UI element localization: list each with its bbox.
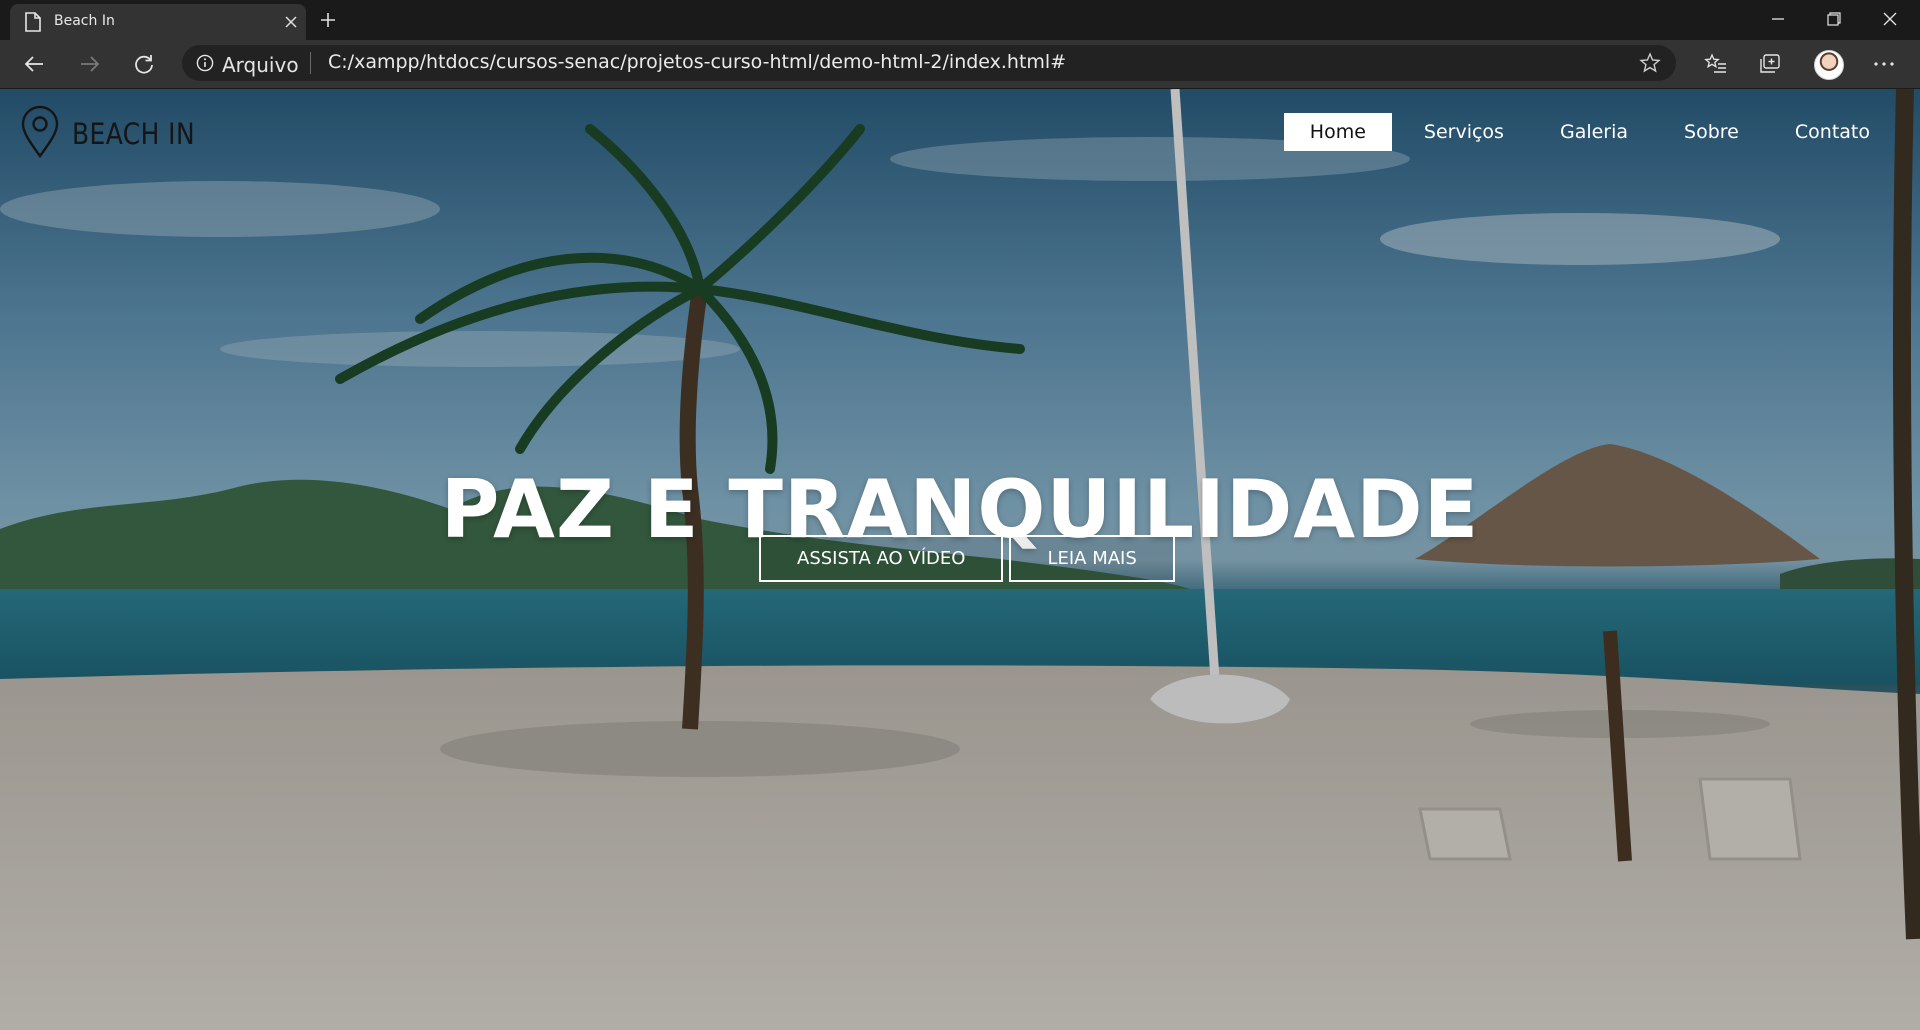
window-close-icon[interactable] <box>1862 0 1918 38</box>
star-icon[interactable] <box>1638 51 1662 75</box>
tab-strip: Beach In <box>0 0 1920 40</box>
address-divider <box>310 52 311 74</box>
tab-title: Beach In <box>54 13 115 29</box>
page-icon <box>24 12 42 32</box>
address-bar[interactable]: Arquivo C:/xampp/htdocs/cursos-senac/pro… <box>182 45 1676 81</box>
site-info-label: Arquivo <box>222 53 299 77</box>
minimize-icon[interactable] <box>1750 0 1806 38</box>
nav-sobre[interactable]: Sobre <box>1660 113 1763 151</box>
read-more-button[interactable]: LEIA MAIS <box>1009 535 1175 582</box>
brand-name: BEACH IN <box>72 117 196 151</box>
main-navigation: Home Serviços Galeria Sobre Contato <box>1276 113 1894 151</box>
restore-icon[interactable] <box>1806 0 1862 38</box>
hero-button-group: ASSISTA AO VÍDEO LEIA MAIS <box>759 535 1175 582</box>
collections-icon[interactable] <box>1754 48 1786 80</box>
nav-home[interactable]: Home <box>1283 113 1392 151</box>
forward-arrow-icon[interactable] <box>74 48 106 80</box>
favorites-list-icon[interactable] <box>1700 48 1732 80</box>
location-pin-icon <box>20 105 60 163</box>
nav-contato[interactable]: Contato <box>1771 113 1894 151</box>
brand-logo[interactable]: BEACH IN <box>20 105 215 163</box>
more-icon[interactable] <box>1868 48 1900 80</box>
url-text[interactable]: C:/xampp/htdocs/cursos-senac/projetos-cu… <box>328 51 1066 73</box>
tab-close-icon[interactable] <box>280 11 302 33</box>
site-info-button[interactable]: Arquivo <box>196 53 299 77</box>
new-tab-plus-icon[interactable] <box>314 6 342 34</box>
refresh-icon[interactable] <box>128 48 160 80</box>
profile-avatar[interactable] <box>1814 50 1844 80</box>
nav-servicos[interactable]: Serviços <box>1400 113 1528 151</box>
page-viewport: BEACH IN Home Serviços Galeria Sobre Con… <box>0 89 1920 1030</box>
nav-galeria[interactable]: Galeria <box>1536 113 1652 151</box>
browser-toolbar: Arquivo C:/xampp/htdocs/cursos-senac/pro… <box>0 40 1920 89</box>
info-icon <box>196 53 214 77</box>
watch-video-button[interactable]: ASSISTA AO VÍDEO <box>759 535 1004 582</box>
site-header: BEACH IN Home Serviços Galeria Sobre Con… <box>0 89 1920 169</box>
back-arrow-icon[interactable] <box>18 48 50 80</box>
browser-tab[interactable]: Beach In <box>10 4 306 40</box>
